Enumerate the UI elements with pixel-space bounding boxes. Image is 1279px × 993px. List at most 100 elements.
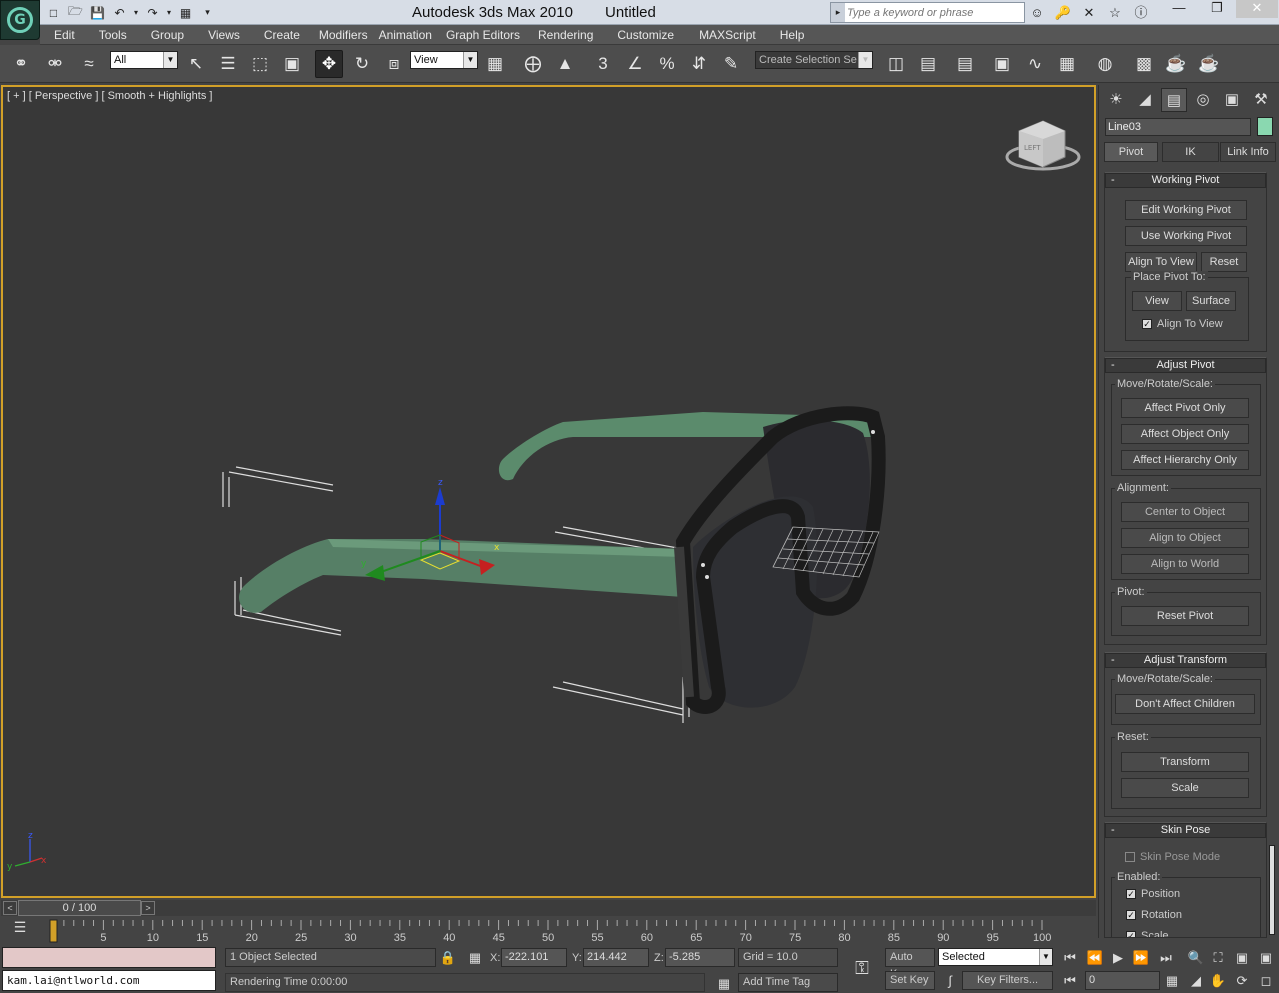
select-by-name-icon[interactable]: ☰ bbox=[214, 50, 242, 78]
keyboard-shortcut-override-icon[interactable]: ▲ bbox=[551, 50, 579, 78]
key-icon[interactable]: ⚿ bbox=[848, 958, 876, 978]
menu-maxscript[interactable]: MAXScript bbox=[683, 28, 765, 42]
create-tab-icon[interactable]: ☀ bbox=[1103, 88, 1129, 112]
dont-affect-children-button[interactable]: Don't Affect Children bbox=[1115, 694, 1255, 714]
bind-to-space-warp-icon[interactable]: ≈ bbox=[75, 50, 103, 78]
selection-filter-dropdown[interactable]: All ▼ bbox=[110, 51, 178, 69]
previous-frame-icon[interactable]: ⏪ bbox=[1085, 948, 1105, 968]
redo-dropdown-icon[interactable]: ▾ bbox=[165, 3, 173, 22]
select-and-scale-icon[interactable]: ⧈ bbox=[380, 50, 408, 78]
communication-icon[interactable]: ✕ bbox=[1078, 3, 1100, 22]
menu-customize[interactable]: Customize bbox=[602, 28, 683, 42]
affect-object-only-button[interactable]: Affect Object Only bbox=[1121, 424, 1249, 444]
go-to-start-icon[interactable]: ⏮ bbox=[1060, 948, 1080, 968]
search-expand-icon[interactable]: ▸ bbox=[831, 3, 845, 22]
new-file-icon[interactable]: □ bbox=[44, 3, 63, 22]
minimize-icon[interactable]: — bbox=[1160, 0, 1198, 18]
rollout-header[interactable]: - Skin Pose bbox=[1105, 823, 1266, 838]
display-tab-icon[interactable]: ▣ bbox=[1219, 88, 1245, 112]
selection-lock-icon[interactable]: 🔒 bbox=[438, 948, 458, 968]
zoom-extents-all-icon[interactable]: ▣ bbox=[1256, 948, 1276, 968]
curve-editor-icon[interactable]: ∿ bbox=[1021, 50, 1049, 78]
set-key-button[interactable]: Set Key bbox=[885, 971, 935, 990]
align-to-view-checkbox[interactable]: ✓ Align To View bbox=[1142, 318, 1223, 330]
rendered-frame-window-icon[interactable]: ☕ bbox=[1162, 50, 1190, 78]
edit-named-selection-icon[interactable]: ✎ bbox=[717, 50, 745, 78]
undo-dropdown-icon[interactable]: ▾ bbox=[132, 3, 140, 22]
project-folder-icon[interactable]: ▦ bbox=[176, 3, 195, 22]
scale-checkbox[interactable]: ✓ Scale bbox=[1126, 930, 1169, 937]
reset-pivot-button[interactable]: Reset Pivot bbox=[1121, 606, 1249, 626]
save-file-icon[interactable]: 💾 bbox=[88, 3, 107, 22]
next-frame-icon[interactable]: ⏩ bbox=[1131, 948, 1151, 968]
hierarchy-tab-icon[interactable]: ▤ bbox=[1161, 88, 1187, 112]
utilities-tab-icon[interactable]: ⚒ bbox=[1248, 88, 1274, 112]
select-and-manipulate-icon[interactable]: ⨁ bbox=[519, 50, 547, 78]
zoom-extents-icon[interactable]: ▣ bbox=[1232, 948, 1252, 968]
application-button[interactable]: G bbox=[0, 0, 40, 40]
current-frame-field[interactable]: 0 bbox=[1085, 971, 1160, 990]
reset-working-pivot-button[interactable]: Reset bbox=[1201, 252, 1247, 272]
add-time-tag-button[interactable]: Add Time Tag bbox=[738, 973, 838, 992]
time-slider-prev-icon[interactable]: < bbox=[3, 901, 17, 915]
open-file-icon[interactable]: 🗁 bbox=[66, 3, 85, 22]
favorites-star-icon[interactable]: ☆ bbox=[1104, 3, 1126, 22]
render-production-icon[interactable]: ☕ bbox=[1195, 50, 1223, 78]
angle-snap-icon[interactable]: ∠ bbox=[621, 50, 649, 78]
schematic-view-icon[interactable]: ▦ bbox=[1053, 50, 1081, 78]
rollout-header[interactable]: - Adjust Transform bbox=[1105, 653, 1266, 668]
time-tag-icon[interactable]: ▦ bbox=[714, 974, 734, 993]
field-of-view-icon[interactable]: ◢ bbox=[1186, 971, 1206, 991]
maximize-viewport-icon[interactable]: ◻ bbox=[1256, 971, 1276, 991]
select-and-move-icon[interactable]: ✥ bbox=[315, 50, 343, 78]
menu-tools[interactable]: Tools bbox=[84, 28, 136, 42]
reference-coordinate-dropdown[interactable]: View ▼ bbox=[410, 51, 478, 69]
x-coord-field[interactable]: -222.101 bbox=[501, 948, 567, 967]
help-icon[interactable]: ⓘ bbox=[1130, 3, 1152, 22]
rollout-header[interactable]: - Adjust Pivot bbox=[1105, 358, 1266, 373]
align-to-world-button[interactable]: Align to World bbox=[1121, 554, 1249, 574]
menu-group[interactable]: Group bbox=[136, 28, 193, 42]
tab-pivot[interactable]: Pivot bbox=[1104, 142, 1158, 162]
undo-icon[interactable]: ↶ bbox=[110, 3, 129, 22]
zoom-icon[interactable]: 🔍 bbox=[1186, 948, 1206, 968]
search-input[interactable] bbox=[847, 4, 1021, 21]
spinner-snap-icon[interactable]: ⇵ bbox=[685, 50, 713, 78]
modify-tab-icon[interactable]: ◢ bbox=[1132, 88, 1158, 112]
select-and-link-icon[interactable]: ⚭ bbox=[7, 50, 35, 78]
command-panel-scrollbar[interactable] bbox=[1269, 845, 1275, 935]
layer-manager-icon[interactable]: ▤ bbox=[951, 50, 979, 78]
menu-help[interactable]: Help bbox=[765, 28, 814, 42]
time-slider-next-icon[interactable]: > bbox=[141, 901, 155, 915]
binoculars-icon[interactable]: ☺ bbox=[1026, 3, 1048, 22]
mirror-icon[interactable]: ◫ bbox=[882, 50, 910, 78]
graphite-modeling-icon[interactable]: ▣ bbox=[988, 50, 1016, 78]
z-coord-field[interactable]: -5.285 bbox=[665, 948, 735, 967]
default-tangents-icon[interactable]: ∫ bbox=[940, 971, 960, 991]
orbit-icon[interactable]: ⟳ bbox=[1232, 971, 1252, 991]
select-object-icon[interactable]: ↖ bbox=[182, 50, 210, 78]
affect-hierarchy-only-button[interactable]: Affect Hierarchy Only bbox=[1121, 450, 1249, 470]
object-name-field[interactable]: Line03 bbox=[1105, 118, 1251, 136]
align-to-object-button[interactable]: Align to Object bbox=[1121, 528, 1249, 548]
align-icon[interactable]: ▤ bbox=[914, 50, 942, 78]
material-editor-icon[interactable]: ◍ bbox=[1091, 50, 1119, 78]
y-coord-field[interactable]: 214.442 bbox=[583, 948, 649, 967]
reset-scale-button[interactable]: Scale bbox=[1121, 778, 1249, 798]
maxscript-listener-input[interactable] bbox=[2, 947, 216, 968]
menu-create[interactable]: Create bbox=[249, 28, 309, 42]
center-to-object-button[interactable]: Center to Object bbox=[1121, 502, 1249, 522]
render-setup-icon[interactable]: ▩ bbox=[1130, 50, 1158, 78]
track-bar[interactable]: ☰ 5 10 15 20 25 30 35 40 45 50 55 60 65 70 75 80 85 90 95 1… bbox=[0, 916, 1097, 944]
subscription-icon[interactable]: 🔑 bbox=[1052, 3, 1074, 22]
rectangular-selection-icon[interactable]: ⬚ bbox=[246, 50, 274, 78]
maxscript-output[interactable]: kam.lai@ntlworld.com bbox=[2, 970, 216, 991]
align-to-view-button[interactable]: Align To View bbox=[1125, 252, 1197, 272]
go-to-end-icon[interactable]: ⏭ bbox=[1156, 948, 1176, 968]
skin-pose-mode-checkbox[interactable]: Skin Pose Mode bbox=[1125, 851, 1220, 863]
menu-graph-editors[interactable]: Graph Editors bbox=[441, 28, 529, 42]
qat-customize-icon[interactable]: ▾ bbox=[198, 3, 217, 22]
absolute-relative-toggle-icon[interactable]: ▦ bbox=[465, 948, 485, 968]
tab-ik[interactable]: IK bbox=[1162, 142, 1219, 162]
menu-animation[interactable]: Animation bbox=[377, 28, 441, 42]
